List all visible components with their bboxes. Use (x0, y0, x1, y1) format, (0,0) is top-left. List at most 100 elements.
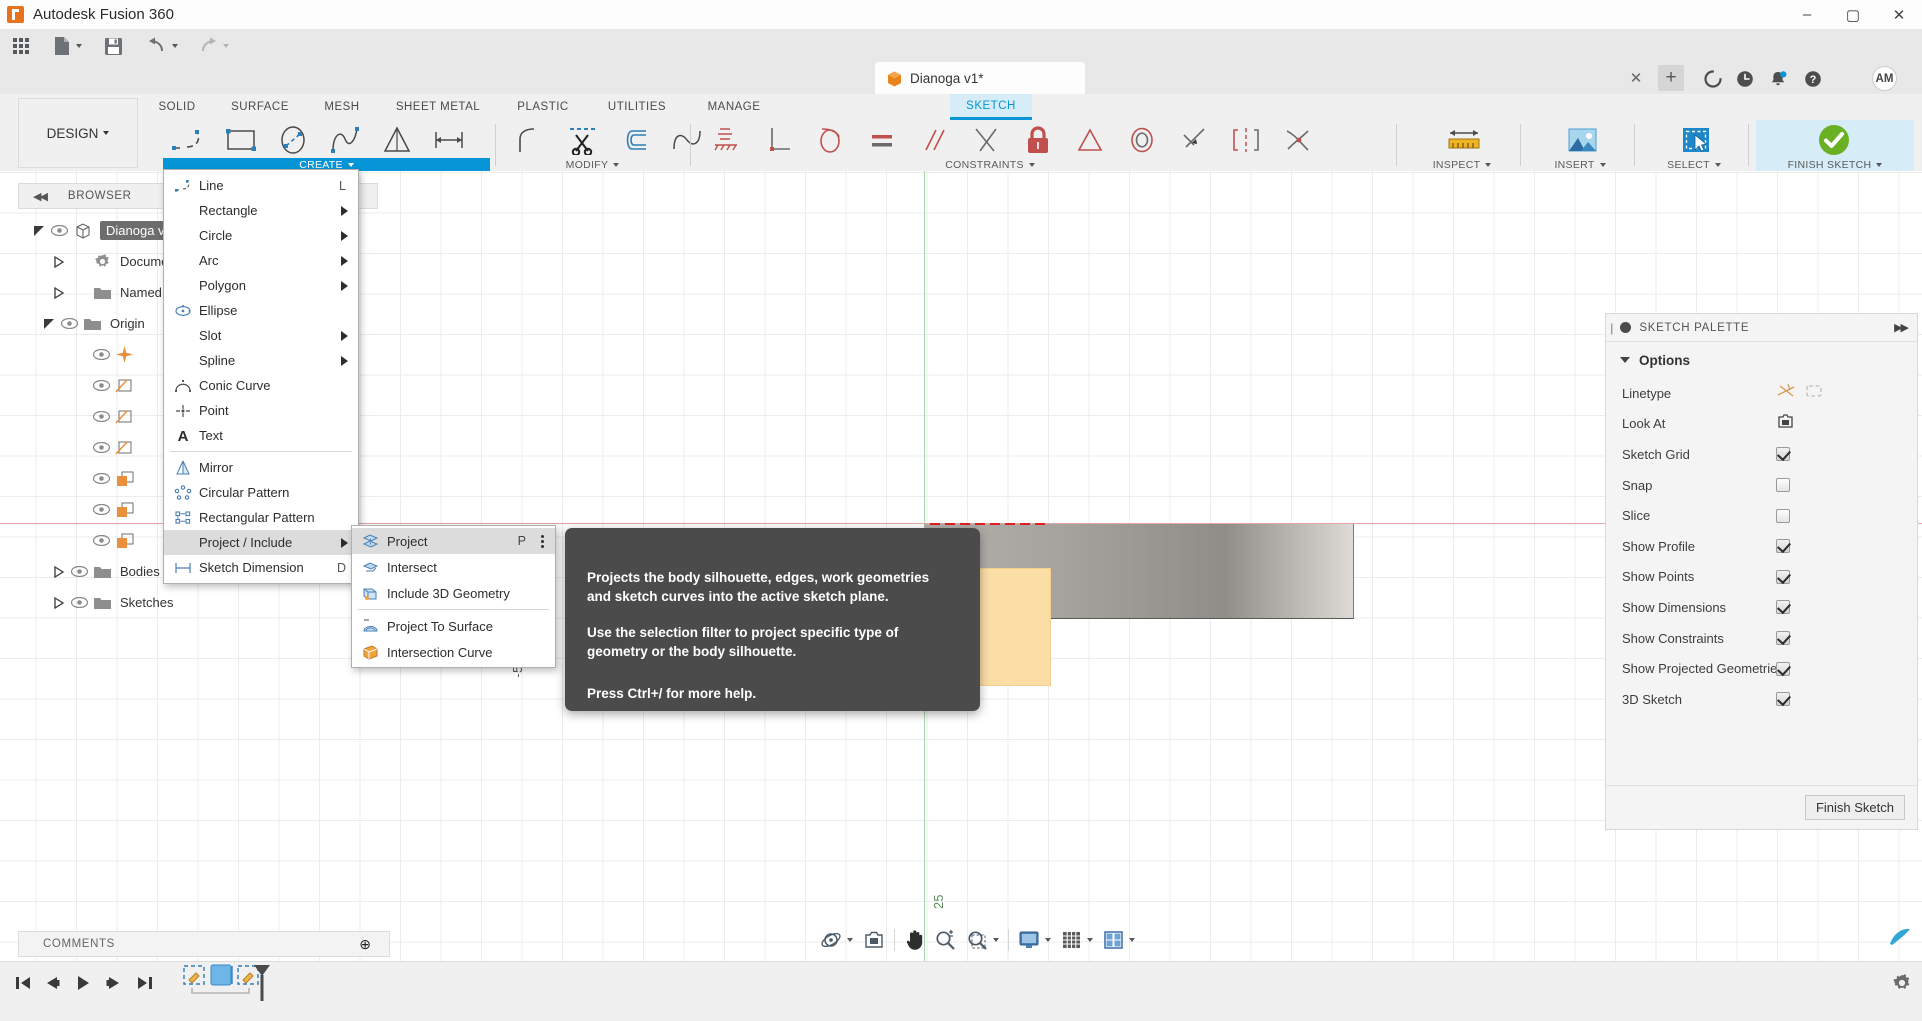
menu-item-conic-curve[interactable]: Conic Curve (164, 373, 358, 398)
display-settings-button[interactable] (1013, 925, 1056, 955)
tool-line[interactable] (163, 120, 215, 160)
expander-closed-icon[interactable] (50, 594, 68, 612)
visibility-eye-icon[interactable] (90, 501, 112, 519)
constraint-lock[interactable] (1012, 120, 1064, 160)
new-tab-button[interactable]: + (1658, 65, 1684, 91)
menu-item-circle[interactable]: Circle (164, 223, 358, 248)
visibility-eye-icon[interactable] (90, 470, 112, 488)
tool-polygon[interactable] (371, 120, 423, 160)
visibility-eye-icon[interactable] (90, 408, 112, 426)
grid-snaps-button[interactable] (1056, 925, 1098, 955)
tool-measure[interactable] (1430, 120, 1498, 160)
constraint-collinear[interactable] (1168, 120, 1220, 160)
show-constraints-checkbox[interactable] (1776, 631, 1790, 646)
collapse-browser-icon[interactable]: ◀◀ (33, 190, 48, 203)
palette-section-options[interactable]: Options (1606, 342, 1917, 378)
menu-item-ellipse[interactable]: Ellipse (164, 298, 358, 323)
submenu-item-intersect[interactable]: Intersect (352, 554, 555, 580)
visibility-eye-icon[interactable] (90, 346, 112, 364)
app-grid-button[interactable] (6, 30, 36, 62)
menu-item-circular-pattern[interactable]: Circular Pattern (164, 480, 358, 505)
expander-open-icon[interactable] (30, 222, 48, 240)
expand-palette-icon[interactable]: ▶▶ (1894, 321, 1909, 334)
menu-item-mirror[interactable]: Mirror (164, 455, 358, 480)
timeline-jump-to-end-button[interactable] (130, 969, 160, 997)
constraint-perpendicular[interactable] (752, 120, 804, 160)
tool-offset[interactable] (609, 120, 661, 160)
viewports-button[interactable] (1098, 925, 1140, 955)
constraint-parallel[interactable] (908, 120, 960, 160)
menu-item-text[interactable]: A Text (164, 423, 358, 448)
tool-trim[interactable] (557, 120, 609, 160)
constraint-tangent[interactable] (804, 120, 856, 160)
notifications-button[interactable] (1765, 66, 1791, 92)
help-button[interactable]: ? (1800, 66, 1826, 92)
tab-sketch[interactable]: SKETCH (950, 94, 1032, 120)
visibility-eye-icon[interactable] (58, 315, 80, 333)
timeline-step-forward-button[interactable] (99, 969, 129, 997)
menu-item-line[interactable]: Line L (164, 173, 358, 198)
show-points-checkbox[interactable] (1776, 569, 1790, 584)
tool-finish-sketch[interactable] (1800, 120, 1868, 160)
timeline-step-back-button[interactable] (37, 969, 67, 997)
tab-surface[interactable]: SURFACE (214, 94, 306, 120)
panel-label-constraints[interactable]: CONSTRAINTS (880, 158, 1100, 171)
job-status-button[interactable] (1700, 66, 1726, 92)
add-comment-icon[interactable]: ⊕ (359, 936, 371, 953)
sketch-grid-checkbox[interactable] (1776, 447, 1790, 462)
close-button[interactable]: ✕ (1876, 0, 1922, 30)
tab-utilities[interactable]: UTILITIES (590, 94, 684, 120)
expander-closed-icon[interactable] (50, 284, 68, 302)
panel-label-select[interactable]: SELECT (1642, 158, 1746, 171)
menu-item-arc[interactable]: Arc (164, 248, 358, 273)
finish-sketch-button[interactable]: Finish Sketch (1804, 795, 1905, 820)
menu-item-rectangle[interactable]: Rectangle (164, 198, 358, 223)
visibility-eye-icon[interactable] (90, 532, 112, 550)
menu-item-spline[interactable]: Spline (164, 348, 358, 373)
recent-docs-button[interactable] (1732, 66, 1758, 92)
tool-arc[interactable] (319, 120, 371, 160)
panel-label-modify[interactable]: MODIFY (505, 158, 680, 171)
redo-button[interactable] (191, 30, 236, 62)
minimize-button[interactable]: – (1784, 0, 1830, 30)
orbit-button[interactable] (815, 925, 858, 955)
tool-fillet[interactable] (505, 120, 557, 160)
close-tab-button[interactable]: ✕ (1627, 69, 1645, 87)
visibility-eye-icon[interactable] (68, 594, 90, 612)
workspace-switcher[interactable]: DESIGN (18, 98, 138, 168)
visibility-eye-icon[interactable] (48, 222, 70, 240)
constraint-equal[interactable] (856, 120, 908, 160)
slice-checkbox[interactable] (1776, 508, 1790, 523)
visibility-eye-icon[interactable] (90, 439, 112, 457)
constraint-coincident[interactable] (960, 120, 1012, 160)
menu-item-point[interactable]: Point (164, 398, 358, 423)
visibility-eye-icon[interactable] (68, 563, 90, 581)
comments-panel[interactable]: COMMENTS ⊕ (18, 931, 390, 957)
show-profile-checkbox[interactable] (1776, 539, 1790, 554)
snap-checkbox[interactable] (1776, 478, 1790, 493)
tab-sheet-metal[interactable]: SHEET METAL (378, 94, 498, 120)
sketch-horizontal-construction-line[interactable] (930, 523, 1050, 525)
tool-rectangle[interactable] (215, 120, 267, 160)
tool-circle[interactable] (267, 120, 319, 160)
canvas-overlay-icon[interactable] (1888, 926, 1912, 948)
show-projected-geometries-checkbox[interactable] (1776, 661, 1790, 676)
more-options-icon[interactable] (535, 534, 549, 548)
menu-item-slot[interactable]: Slot (164, 323, 358, 348)
tool-insert-image[interactable] (1548, 120, 1616, 160)
menu-item-project-include[interactable]: Project / Include (164, 530, 358, 555)
tab-mesh[interactable]: MESH (308, 94, 376, 120)
3d-sketch-checkbox[interactable] (1776, 692, 1790, 707)
expander-open-icon[interactable] (40, 315, 58, 333)
collapse-dot-icon[interactable] (1620, 322, 1632, 333)
constraint-symmetry[interactable] (1220, 120, 1272, 160)
menu-item-sketch-dimension[interactable]: Sketch Dimension D (164, 555, 358, 580)
look-at-button[interactable] (858, 925, 890, 955)
zoom-button[interactable] (929, 925, 961, 955)
tree-node-sketches[interactable]: Sketches (18, 587, 378, 618)
expander-closed-icon[interactable] (50, 563, 68, 581)
linetype-normal-icon[interactable] (1776, 383, 1796, 404)
menu-item-polygon[interactable]: Polygon (164, 273, 358, 298)
submenu-item-intersection-curve[interactable]: Intersection Curve (352, 639, 555, 665)
submenu-item-project-to-surface[interactable]: Project To Surface (352, 613, 555, 639)
